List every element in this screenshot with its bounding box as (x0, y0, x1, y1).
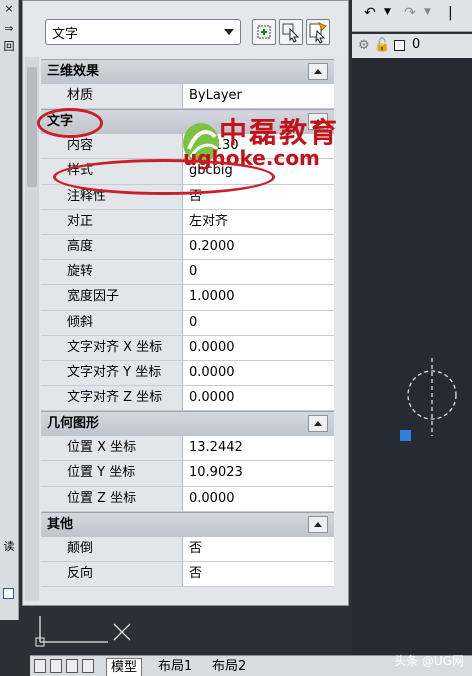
property-value[interactable]: 0.2000 (183, 234, 334, 260)
property-value[interactable]: 1.0000 (183, 285, 334, 310)
property-value[interactable]: 0 (183, 310, 334, 335)
section-header[interactable]: 三维效果 (41, 59, 334, 84)
properties-palette: 文字 三维效果材质ByLayer文字内容%%130样式gbcbig注释性否对正左… (22, 0, 349, 606)
tab-model[interactable]: 模型 (106, 658, 143, 676)
property-name: 反向 (41, 562, 183, 587)
property-row[interactable]: 文字对齐 Z 坐标 0.0000 (41, 386, 334, 412)
current-layer[interactable]: 0 (412, 37, 420, 52)
property-value[interactable]: 左对齐 (183, 209, 334, 234)
select-objects-icon (282, 23, 300, 43)
property-name: 颠倒 (41, 536, 183, 561)
property-name: 高度 (41, 234, 183, 260)
object-type-select[interactable]: 文字 (45, 19, 241, 45)
property-row[interactable]: 文字对齐 Y 坐标 0.0000 (41, 360, 334, 387)
chevron-down-icon[interactable]: ▼ (424, 7, 431, 17)
last-tab-icon[interactable] (82, 659, 94, 673)
property-value[interactable]: 0.0000 (183, 486, 334, 511)
section-header[interactable]: 其他 (41, 511, 334, 537)
options-icon[interactable] (3, 588, 14, 599)
property-row[interactable]: 文字对齐 X 坐标 0.0000 (41, 335, 334, 361)
prev-tab-icon[interactable] (50, 659, 62, 673)
section-title: 其他 (47, 516, 74, 532)
chevron-down-icon[interactable]: ▼ (384, 7, 391, 17)
layer-settings-icon[interactable]: ⚙ (358, 38, 370, 53)
next-tab-icon[interactable] (66, 659, 78, 673)
first-tab-icon[interactable] (34, 659, 46, 673)
collapse-icon[interactable] (308, 515, 328, 533)
drawing-content (400, 358, 457, 441)
property-name: 材质 (41, 84, 183, 109)
property-name: 旋转 (41, 260, 183, 285)
drawing-canvas[interactable] (352, 58, 472, 658)
layer-color-icon (394, 40, 405, 51)
vertical-scrollbar[interactable] (25, 57, 39, 601)
property-row[interactable]: 宽度因子 1.0000 (41, 285, 334, 311)
separator-icon: | (448, 5, 453, 21)
collapse-icon[interactable] (308, 415, 328, 433)
select-objects-button[interactable] (279, 19, 303, 45)
property-row[interactable]: 位置 Z 坐标 0.0000 (41, 486, 334, 512)
property-value[interactable]: 0 (183, 260, 334, 285)
property-name: 位置 X 坐标 (41, 436, 183, 461)
property-row[interactable]: 材质 ByLayer (41, 84, 334, 110)
property-row[interactable]: 旋转 0 (41, 260, 334, 286)
highlight-ellipse-section (37, 108, 103, 138)
property-name: 内容 (41, 134, 183, 159)
section-title: 三维效果 (47, 64, 100, 79)
scrollbar-thumb[interactable] (27, 67, 37, 187)
property-value[interactable]: 否 (183, 562, 334, 587)
grip-square[interactable] (400, 430, 411, 441)
tab-layout1[interactable]: 布局1 (154, 658, 196, 675)
quick-select-button[interactable] (306, 19, 330, 45)
chevron-down-icon (224, 29, 234, 35)
ucs-icon (35, 616, 131, 647)
object-type-value: 文字 (52, 27, 79, 42)
collapse-icon[interactable] (308, 63, 328, 80)
property-value[interactable]: 0.0000 (183, 360, 334, 386)
property-name: 倾斜 (41, 310, 183, 335)
property-value[interactable]: 13.2442 (183, 436, 334, 461)
highlight-ellipse-style (53, 159, 275, 195)
undo-icon[interactable]: ↶ (364, 5, 376, 21)
property-row[interactable]: 位置 X 坐标 13.2442 (41, 436, 334, 462)
property-value[interactable]: 0.0000 (183, 386, 334, 411)
palette-header: 文字 (23, 1, 348, 55)
quick-select-icon (309, 22, 327, 44)
tab-layout2[interactable]: 布局2 (208, 658, 250, 675)
property-name: 文字对齐 Y 坐标 (41, 360, 183, 386)
source-credit: 头条 @UG网 (394, 654, 464, 668)
property-value[interactable]: 10.9023 (183, 461, 334, 486)
property-row[interactable]: 倾斜 0 (41, 310, 334, 336)
property-name: 位置 Z 坐标 (41, 486, 183, 511)
redo-icon[interactable]: ↷ (404, 5, 416, 21)
property-name: 文字对齐 X 坐标 (41, 335, 183, 360)
quick-access-toolbar: ↶ ▼ ↷ ▼ | (352, 0, 472, 32)
pickadd-icon (257, 25, 271, 39)
section-header[interactable]: 几何图形 (41, 411, 334, 437)
close-icon[interactable]: × (2, 2, 16, 16)
palette-title-text: 读 (3, 540, 15, 553)
property-value[interactable]: 否 (183, 536, 334, 561)
property-row[interactable]: 反向否 (41, 562, 334, 588)
toggle-pickadd-button[interactable] (252, 19, 276, 45)
property-row[interactable]: 对正 左对齐 (41, 209, 334, 235)
property-row[interactable]: 颠倒否 (41, 536, 334, 562)
autohide-icon[interactable]: ⇒ (2, 22, 16, 36)
property-value[interactable]: ByLayer (183, 84, 334, 109)
property-name: 对正 (41, 209, 183, 234)
watermark-title: 中磊教育 (219, 116, 340, 149)
layer-toolbar: ⚙ 🔓 0 (352, 34, 472, 58)
section-title: 几何图形 (47, 416, 100, 432)
property-value[interactable]: 0.0000 (183, 335, 334, 360)
palette-titlebar: × ⇒ 回 读 (0, 0, 19, 620)
lock-icon[interactable]: 🔓 (374, 38, 390, 53)
property-row[interactable]: 位置 Y 坐标 10.9023 (41, 461, 334, 487)
property-name: 文字对齐 Z 坐标 (41, 386, 183, 411)
property-name: 位置 Y 坐标 (41, 461, 183, 486)
properties-icon[interactable]: 回 (2, 40, 16, 54)
property-row[interactable]: 高度 0.2000 (41, 234, 334, 261)
property-name: 宽度因子 (41, 285, 183, 310)
